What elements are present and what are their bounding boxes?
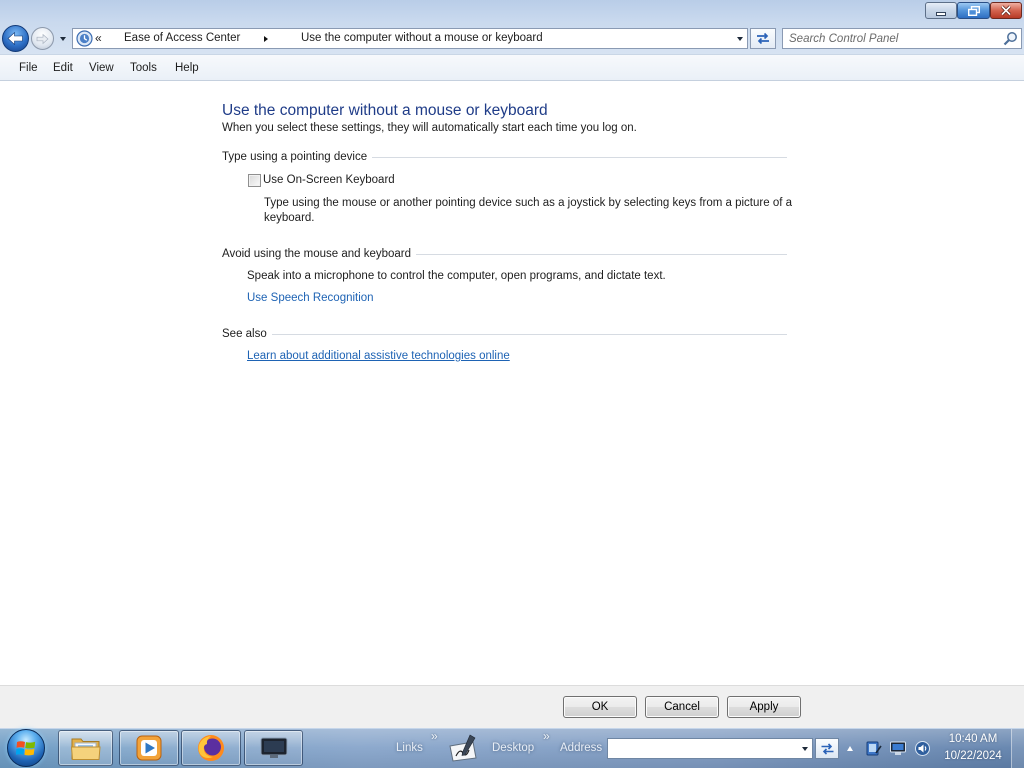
taskbar-monitor-button[interactable] bbox=[244, 730, 303, 766]
desktop-overflow-button[interactable]: » bbox=[543, 730, 550, 742]
taskbar-address-go-button[interactable] bbox=[815, 738, 839, 759]
start-button[interactable] bbox=[7, 729, 45, 767]
windows-logo-icon bbox=[16, 740, 36, 755]
pen-tablet-icon bbox=[449, 734, 477, 762]
chevron-up-icon bbox=[847, 745, 853, 751]
tablet-icon[interactable] bbox=[865, 740, 882, 757]
assistive-technologies-link[interactable]: Learn about additional assistive technol… bbox=[247, 349, 510, 363]
section-see-also: See also bbox=[222, 327, 787, 341]
close-button[interactable] bbox=[990, 2, 1022, 19]
recent-pages-dropdown[interactable] bbox=[57, 31, 69, 46]
back-button[interactable] bbox=[2, 25, 29, 52]
refresh-icon bbox=[757, 32, 769, 45]
menu-file[interactable]: File bbox=[19, 61, 38, 75]
firefox-icon bbox=[198, 735, 224, 761]
back-arrow-icon bbox=[7, 31, 23, 46]
menu-tools[interactable]: Tools bbox=[130, 61, 157, 75]
cancel-button[interactable]: Cancel bbox=[645, 696, 719, 718]
links-overflow-button[interactable]: » bbox=[431, 730, 438, 742]
search-input[interactable] bbox=[789, 30, 1001, 47]
chevron-down-icon bbox=[736, 36, 743, 41]
menu-view[interactable]: View bbox=[89, 61, 114, 75]
page-subtitle: When you select these settings, they wil… bbox=[222, 122, 637, 134]
monitor-icon bbox=[260, 737, 287, 758]
taskbar-address-input[interactable] bbox=[611, 740, 795, 757]
forward-button[interactable] bbox=[31, 27, 54, 50]
show-hidden-icons-button[interactable] bbox=[844, 742, 856, 754]
taskbar-address-dropdown[interactable] bbox=[798, 739, 812, 758]
ease-of-access-icon bbox=[76, 30, 93, 47]
section-divider bbox=[271, 334, 787, 335]
breadcrumb-overflow-button[interactable]: « bbox=[95, 31, 102, 45]
show-desktop-button[interactable] bbox=[1011, 729, 1024, 768]
address-bar[interactable]: « Ease of Access Center Use the computer… bbox=[72, 28, 748, 49]
menu-edit[interactable]: Edit bbox=[53, 61, 73, 75]
media-player-icon bbox=[136, 735, 162, 761]
chevron-right-icon bbox=[264, 35, 268, 42]
ok-button[interactable]: OK bbox=[563, 696, 637, 718]
section-heading: Type using a pointing device bbox=[222, 151, 368, 163]
volume-icon[interactable] bbox=[914, 740, 931, 757]
restore-icon bbox=[967, 5, 980, 16]
section-pointing-device: Type using a pointing device bbox=[222, 150, 787, 164]
speech-recognition-link[interactable]: Use Speech Recognition bbox=[247, 291, 374, 305]
taskbar-address-combobox[interactable] bbox=[607, 738, 813, 759]
clock-time: 10:40 AM bbox=[948, 733, 998, 745]
section-divider bbox=[416, 254, 787, 255]
menu-bar: File Edit View Tools Help bbox=[0, 54, 1024, 81]
clock-date: 10/22/2024 bbox=[944, 750, 1002, 762]
section-heading: Avoid using the mouse and keyboard bbox=[222, 248, 412, 260]
section-heading: See also bbox=[222, 328, 267, 340]
forward-arrow-icon bbox=[36, 33, 49, 44]
chevron-down-icon bbox=[802, 746, 808, 751]
on-screen-keyboard-label[interactable]: Use On-Screen Keyboard bbox=[263, 173, 395, 187]
apply-button[interactable]: Apply bbox=[727, 696, 801, 718]
address-toolbar-label: Address bbox=[560, 742, 603, 754]
restore-button[interactable] bbox=[957, 2, 990, 19]
clock[interactable]: 10:40 AM 10/22/2024 bbox=[942, 731, 1004, 765]
speech-description: Speak into a microphone to control the c… bbox=[247, 270, 666, 282]
section-avoid-mouse-keyboard: Avoid using the mouse and keyboard bbox=[222, 247, 787, 261]
content-pane bbox=[0, 81, 1024, 685]
quick-launch-pen-button[interactable] bbox=[447, 732, 481, 764]
search-icon[interactable] bbox=[1003, 31, 1018, 46]
go-arrows-icon bbox=[821, 742, 833, 755]
network-icon[interactable] bbox=[889, 740, 907, 757]
links-toolbar-label[interactable]: Links bbox=[396, 741, 423, 755]
menu-help[interactable]: Help bbox=[175, 61, 199, 75]
page-title: Use the computer without a mouse or keyb… bbox=[222, 102, 548, 119]
minimize-button[interactable] bbox=[925, 2, 957, 19]
minimize-icon bbox=[936, 11, 946, 16]
on-screen-keyboard-description: Type using the mouse or another pointing… bbox=[264, 197, 793, 224]
breadcrumb-current-page[interactable]: Use the computer without a mouse or keyb… bbox=[301, 31, 543, 45]
taskbar-explorer-button[interactable] bbox=[58, 730, 113, 766]
folder-icon bbox=[70, 738, 101, 760]
address-history-dropdown[interactable] bbox=[732, 29, 747, 48]
breadcrumb-separator-button[interactable] bbox=[260, 30, 272, 47]
refresh-button[interactable] bbox=[750, 28, 776, 49]
chevron-down-icon bbox=[60, 36, 66, 41]
search-box[interactable] bbox=[782, 28, 1022, 49]
button-bar bbox=[0, 685, 1024, 728]
close-icon bbox=[1000, 5, 1012, 16]
section-divider bbox=[372, 157, 787, 158]
desktop-toolbar-label[interactable]: Desktop bbox=[492, 741, 534, 755]
on-screen-keyboard-checkbox[interactable] bbox=[248, 174, 261, 187]
breadcrumb-ease-of-access-center[interactable]: Ease of Access Center bbox=[124, 31, 240, 45]
taskbar-firefox-button[interactable] bbox=[181, 730, 241, 766]
taskbar-media-player-button[interactable] bbox=[119, 730, 179, 766]
